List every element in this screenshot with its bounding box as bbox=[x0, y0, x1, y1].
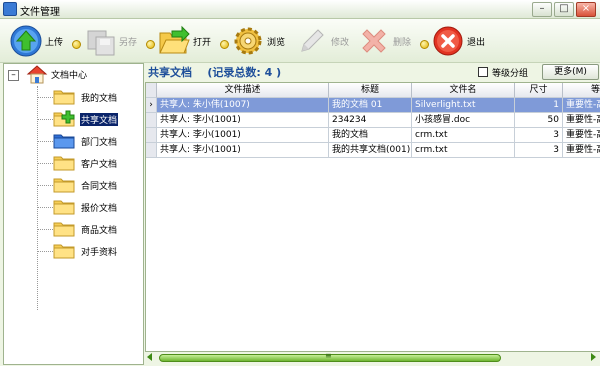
grade-group-label: 等级分组 bbox=[492, 69, 529, 79]
window-title: 文件管理 bbox=[20, 7, 60, 18]
toolbar: 上传 另存 打开 浏览 修改 删除 退出 bbox=[0, 19, 600, 63]
delete-button[interactable]: 删除 bbox=[358, 23, 411, 59]
save-as-icon bbox=[84, 25, 116, 57]
upload-label: 上传 bbox=[45, 37, 64, 48]
column-header[interactable]: 文件名 bbox=[412, 83, 515, 98]
folder-icon bbox=[53, 242, 75, 259]
gear-icon bbox=[232, 25, 264, 57]
exit-button[interactable]: 退出 bbox=[432, 23, 485, 59]
row-indicator bbox=[146, 128, 157, 143]
main-panel: 共享文档 (记录总数: 4 ) 等级分组 更多(M) 文件描述 标题 文件名 尺… bbox=[145, 63, 600, 366]
scroll-grip-icon: ≡ bbox=[325, 351, 332, 360]
column-header[interactable]: 等 bbox=[563, 83, 600, 98]
collapse-toggle[interactable]: – bbox=[8, 69, 19, 81]
scroll-thumb[interactable]: ≡ bbox=[159, 351, 501, 362]
blue-folder-icon bbox=[53, 132, 75, 149]
upload-button[interactable]: 上传 bbox=[10, 23, 63, 59]
scroll-left-icon[interactable] bbox=[147, 353, 152, 361]
app-icon bbox=[3, 2, 17, 16]
title-bar: 文件管理 – □ × bbox=[0, 0, 600, 19]
delete-label: 删除 bbox=[393, 37, 412, 48]
row-indicator: › bbox=[146, 98, 157, 113]
tree-item-competitor-docs[interactable]: 对手资料 bbox=[37, 240, 142, 262]
edit-button[interactable]: 修改 bbox=[296, 23, 349, 59]
separator-dot bbox=[72, 40, 81, 49]
tree-root-label[interactable]: 文档中心 bbox=[51, 68, 87, 81]
upload-icon bbox=[10, 25, 42, 57]
folder-icon bbox=[53, 176, 75, 193]
column-header[interactable]: 文件描述 bbox=[157, 83, 329, 98]
open-label: 打开 bbox=[193, 37, 212, 48]
record-count: (记录总数: 4 ) bbox=[207, 66, 282, 79]
table-row[interactable]: 共享人: 李小(1001) 234234 小孩感冒.doc 50 重要性-高 bbox=[146, 113, 600, 128]
save-as-label: 另存 bbox=[119, 37, 138, 48]
column-header[interactable]: 标题 bbox=[329, 83, 412, 98]
column-header[interactable]: 尺寸 bbox=[515, 83, 563, 98]
browse-label: 浏览 bbox=[267, 37, 286, 48]
maximize-button[interactable]: □ bbox=[554, 2, 574, 17]
table-header: 文件描述 标题 文件名 尺寸 等 bbox=[146, 83, 600, 98]
shared-folder-icon bbox=[53, 110, 75, 127]
edit-label: 修改 bbox=[331, 37, 350, 48]
tree-item-quote-docs[interactable]: 报价文档 bbox=[37, 196, 142, 218]
open-folder-icon bbox=[158, 25, 190, 57]
table-row[interactable]: 共享人: 李小(1001) 我的共享文档(001) crm.txt 3 重要性-… bbox=[146, 143, 600, 158]
tree-item-dept-docs[interactable]: 部门文档 bbox=[37, 130, 142, 152]
separator-dot bbox=[420, 40, 429, 49]
tree-item-client-docs[interactable]: 客户文档 bbox=[37, 152, 142, 174]
row-indicator bbox=[146, 113, 157, 128]
file-table: 文件描述 标题 文件名 尺寸 等 › 共享人: 朱小伟(1007) 我的文档 0… bbox=[145, 82, 600, 352]
browse-button[interactable]: 浏览 bbox=[232, 23, 285, 59]
folder-icon bbox=[53, 220, 75, 237]
folder-icon bbox=[53, 154, 75, 171]
folder-tree: – 文档中心 我的文档 共享文档 部门文档 客户文档 合同文档 报价文档 商品文… bbox=[3, 63, 144, 365]
page-title: 共享文档 (记录总数: 4 ) bbox=[148, 66, 282, 79]
more-button[interactable]: 更多(M) bbox=[542, 64, 599, 80]
panel-header: 共享文档 (记录总数: 4 ) 等级分组 更多(M) bbox=[145, 63, 600, 81]
row-indicator bbox=[146, 143, 157, 158]
tree-item-shared-docs[interactable]: 共享文档 bbox=[37, 108, 142, 130]
separator-dot bbox=[220, 40, 229, 49]
scroll-right-icon[interactable] bbox=[591, 353, 596, 361]
horizontal-scrollbar[interactable]: ≡ bbox=[145, 351, 600, 362]
home-icon bbox=[26, 64, 48, 84]
save-as-button[interactable]: 另存 bbox=[84, 23, 137, 59]
exit-label: 退出 bbox=[467, 37, 486, 48]
delete-x-icon bbox=[358, 25, 390, 57]
table-row[interactable]: 共享人: 李小(1001) 我的文档 crm.txt 3 重要性-高 bbox=[146, 128, 600, 143]
pencil-icon bbox=[296, 25, 328, 57]
tree-root[interactable]: – bbox=[8, 67, 19, 83]
minimize-button[interactable]: – bbox=[532, 2, 552, 17]
window-controls: – □ × bbox=[532, 2, 596, 17]
tree-item-contract-docs[interactable]: 合同文档 bbox=[37, 174, 142, 196]
grade-group-checkbox[interactable] bbox=[478, 67, 488, 77]
tree-item-product-docs[interactable]: 商品文档 bbox=[37, 218, 142, 240]
table-row[interactable]: › 共享人: 朱小伟(1007) 我的文档 01 Silverlight.txt… bbox=[146, 98, 600, 113]
tree-item-my-docs[interactable]: 我的文档 bbox=[37, 86, 142, 108]
open-button[interactable]: 打开 bbox=[158, 23, 211, 59]
exit-icon bbox=[432, 25, 464, 57]
separator-dot bbox=[146, 40, 155, 49]
folder-icon bbox=[53, 88, 75, 105]
folder-icon bbox=[53, 198, 75, 215]
close-button[interactable]: × bbox=[576, 2, 596, 17]
